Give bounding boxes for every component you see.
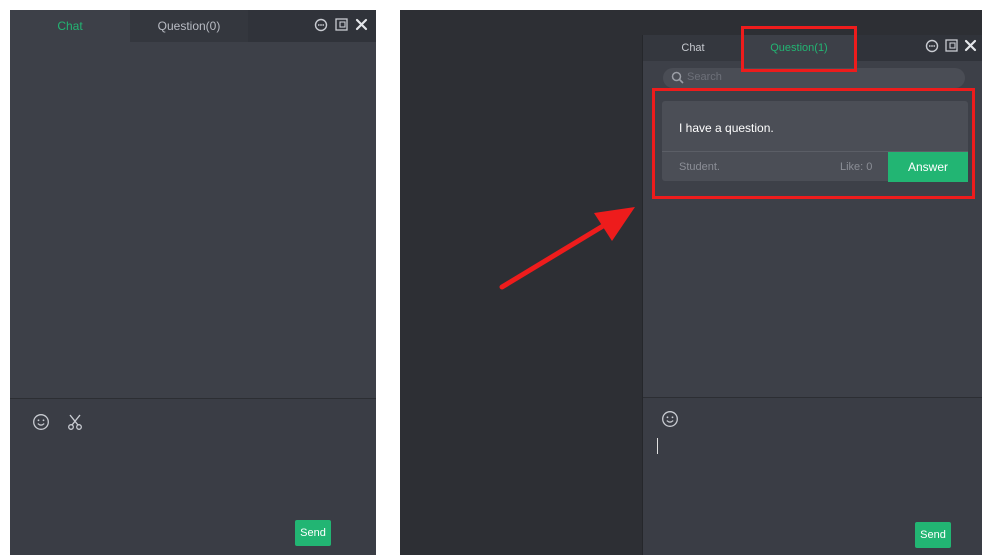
pointer-arrow <box>499 207 635 290</box>
